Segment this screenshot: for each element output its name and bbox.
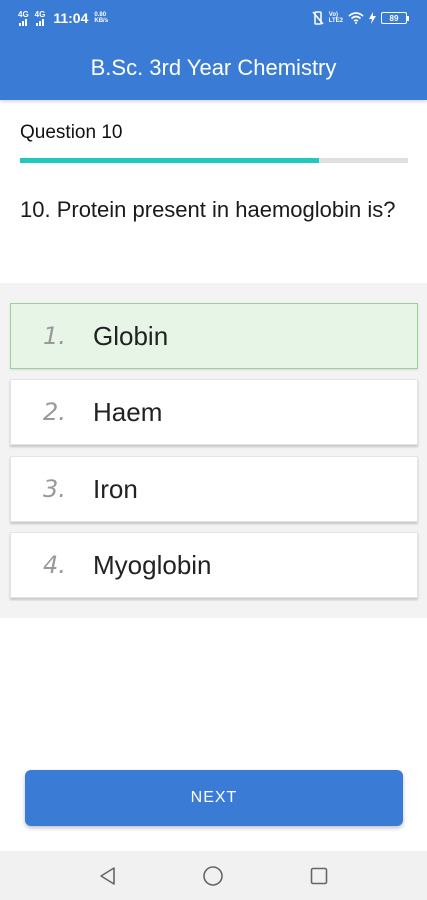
option-number: 3. bbox=[43, 475, 66, 503]
question-header: Question 10 bbox=[20, 122, 123, 143]
app-bar: B.Sc. 3rd Year Chemistry bbox=[0, 36, 427, 100]
quiz-progress-fill bbox=[20, 158, 319, 163]
speed-unit: KB/s bbox=[94, 18, 109, 24]
option-4[interactable]: 4. Myoglobin bbox=[10, 532, 418, 598]
clock: 11:04 bbox=[53, 10, 89, 26]
recents-button[interactable] bbox=[299, 856, 339, 896]
back-button[interactable] bbox=[88, 856, 128, 896]
options-panel: 1. Globin 2. Haem 3. Iron 4. Myoglobin bbox=[0, 283, 427, 618]
triangle-back-icon bbox=[100, 866, 115, 885]
square-recents-icon bbox=[310, 867, 328, 884]
signal-icon bbox=[36, 18, 44, 26]
wifi-icon bbox=[348, 12, 364, 24]
circle-home-icon bbox=[203, 865, 224, 886]
status-right: Vo) LTE2 89 bbox=[312, 11, 409, 25]
question-text: 10. Protein present in haemoglobin is? bbox=[20, 197, 396, 222]
battery-tip bbox=[407, 15, 409, 21]
home-button[interactable] bbox=[193, 856, 233, 896]
option-number: 4. bbox=[43, 551, 66, 579]
status-bar: 4G 4G 11:04 0.80 KB/s Vo) LTE2 89 bbox=[0, 0, 427, 36]
option-number: 1. bbox=[43, 322, 66, 350]
network-indicator-1: 4G bbox=[18, 9, 29, 26]
system-nav-bar bbox=[0, 851, 427, 900]
network-speed: 0.80 KB/s bbox=[94, 12, 108, 24]
app-title: B.Sc. 3rd Year Chemistry bbox=[90, 55, 337, 80]
charging-icon bbox=[369, 12, 376, 24]
volte-bottom: LTE2 bbox=[328, 18, 343, 24]
status-left: 4G 4G 11:04 0.80 KB/s bbox=[18, 10, 108, 26]
quiz-progress-bar bbox=[20, 158, 408, 163]
network-indicator-2: 4G bbox=[34, 9, 46, 26]
signal-icon bbox=[19, 18, 28, 26]
battery-icon: 89 bbox=[381, 12, 409, 24]
vibrate-icon bbox=[312, 11, 324, 25]
option-2[interactable]: 2. Haem bbox=[10, 379, 418, 445]
next-button[interactable]: NEXT bbox=[25, 770, 403, 826]
volte-indicator: Vo) LTE2 bbox=[329, 12, 343, 24]
network-type-label: 4G bbox=[34, 9, 46, 19]
option-label: Myoglobin bbox=[93, 549, 212, 580]
option-label: Globin bbox=[93, 320, 169, 351]
option-1[interactable]: 1. Globin bbox=[10, 303, 418, 369]
network-type-label: 4G bbox=[18, 9, 29, 19]
battery-level: 89 bbox=[381, 12, 407, 24]
option-label: Haem bbox=[93, 396, 163, 427]
option-number: 2. bbox=[43, 398, 66, 426]
option-label: Iron bbox=[93, 473, 138, 504]
option-3[interactable]: 3. Iron bbox=[10, 456, 418, 522]
